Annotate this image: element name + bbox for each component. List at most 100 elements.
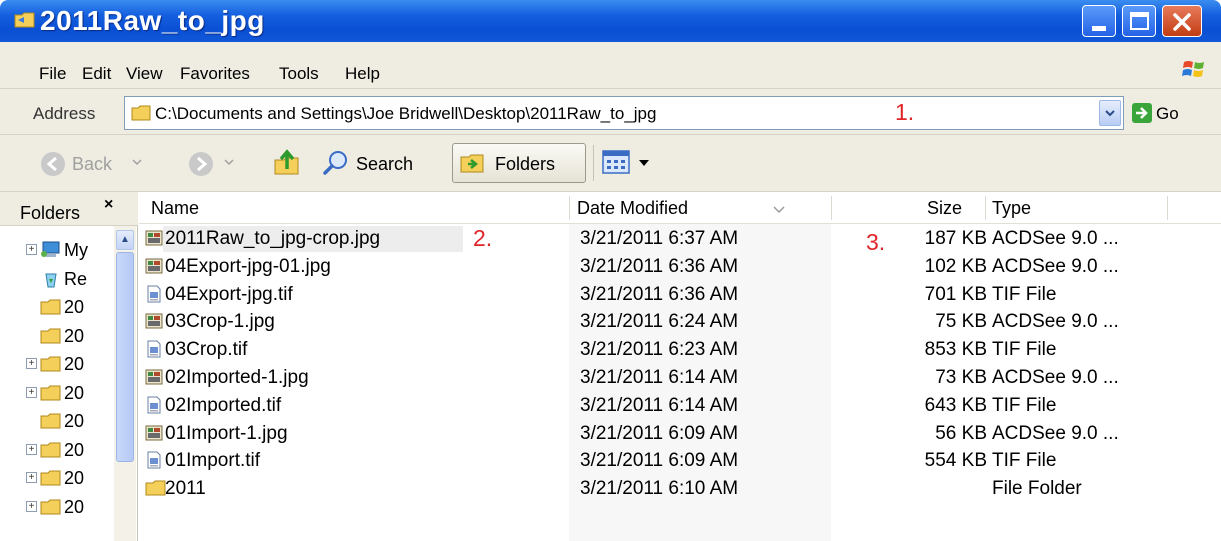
tree-item-label: 20 xyxy=(64,325,85,346)
menu-view[interactable]: View xyxy=(126,64,163,84)
jpg-file-icon xyxy=(145,312,163,330)
scrollbar-thumb[interactable] xyxy=(116,252,134,462)
folders-pane-close-button[interactable]: × xyxy=(104,196,113,214)
folder-icon xyxy=(40,355,62,373)
tif-file-icon xyxy=(145,285,163,303)
tree-item[interactable]: +20 xyxy=(0,350,114,378)
file-row[interactable]: 01Import.tif 3/21/2011 6:09 AM 554 KB TIF F… xyxy=(139,447,1221,475)
tree-item[interactable]: + My xyxy=(0,236,114,264)
tree-item[interactable]: +20 xyxy=(0,436,114,464)
address-dropdown-button[interactable] xyxy=(1099,100,1121,126)
tree-item[interactable]: Re xyxy=(0,265,114,293)
tree-item[interactable]: 20 xyxy=(0,407,114,435)
tree-item-label: 20 xyxy=(64,411,85,431)
file-type: File Folder xyxy=(992,478,1082,500)
folders-label: Folders xyxy=(495,154,556,174)
tree-expand-icon[interactable]: + xyxy=(26,386,37,398)
tree-item[interactable]: 20 xyxy=(0,322,114,350)
up-folder-button[interactable] xyxy=(272,145,304,181)
tree-expand-icon[interactable]: + xyxy=(26,244,37,255)
file-row[interactable]: 04Export-jpg.tif 3/21/2011 6:36 AM 701 KB T… xyxy=(139,281,1221,309)
close-icon xyxy=(1173,13,1191,31)
file-type: ACDSee 9.0 ... xyxy=(992,255,1119,277)
tree-item-label: 20 xyxy=(64,439,85,460)
folders-button[interactable]: Folders xyxy=(452,143,586,183)
menu-edit[interactable]: Edit xyxy=(82,64,111,84)
menu-file[interactable]: File xyxy=(39,64,66,84)
file-type: ACDSee 9.0 ... xyxy=(992,422,1119,444)
file-row[interactable]: 03Crop-1.jpg 3/21/2011 6:24 AM 75 KB ACDSee… xyxy=(139,308,1221,336)
file-date: 3/21/2011 6:09 AM xyxy=(580,450,739,472)
menu-tools[interactable]: Tools xyxy=(279,64,319,84)
column-header-date[interactable]: Date Modified xyxy=(577,198,688,219)
column-header-name[interactable]: Name xyxy=(151,198,199,219)
tree-item-label: Re xyxy=(64,268,88,289)
views-button[interactable] xyxy=(602,145,660,181)
file-name: 04Export-jpg-01.jpg xyxy=(165,255,331,277)
back-button[interactable]: Back xyxy=(40,145,160,181)
address-label: Address xyxy=(33,104,96,123)
search-button[interactable]: Search xyxy=(322,145,442,181)
jpg-file-icon xyxy=(145,424,163,442)
tree-item[interactable]: 20 xyxy=(0,293,114,321)
folder-icon xyxy=(40,298,62,316)
menu-favorites[interactable]: Favorites xyxy=(180,64,250,84)
tree-expand-icon[interactable]: + xyxy=(26,472,37,483)
file-size: 102 KB xyxy=(924,255,987,277)
file-size: 73 KB xyxy=(935,367,987,388)
tree-expand-icon[interactable]: + xyxy=(26,358,37,369)
folders-pane: Folders × + My Re 20 20 +20 +20 20 +20 +20 +20 ▲ xyxy=(0,192,138,541)
menu-help[interactable]: Help xyxy=(345,64,380,84)
file-row[interactable]: 02Imported.tif 3/21/2011 6:14 AM 643 KB TIF… xyxy=(139,392,1221,420)
file-date: 3/21/2011 6:14 AM xyxy=(580,367,739,388)
address-bar: Address C:\Documents and Settings\Joe Br… xyxy=(0,89,1221,135)
folders-pane-header: Folders × xyxy=(0,192,138,226)
tree-item[interactable]: +20 xyxy=(0,379,114,407)
file-type: ACDSee 9.0 ... xyxy=(992,367,1119,388)
folder-icon xyxy=(40,412,62,430)
address-input[interactable]: C:\Documents and Settings\Joe Bridwell\D… xyxy=(124,96,1124,130)
tree-expand-icon[interactable]: + xyxy=(26,443,37,455)
file-row[interactable]: 04Export-jpg-01.jpg 3/21/2011 6:36 AM 102 … xyxy=(139,253,1221,281)
folder-icon xyxy=(40,498,62,516)
toolbar: Back Search Folders xyxy=(0,135,1221,192)
folder-icon xyxy=(145,479,166,497)
title-bar[interactable]: 2011Raw_to_jpg xyxy=(0,0,1221,42)
file-name: 02Imported-1.jpg xyxy=(165,367,309,388)
column-divider[interactable] xyxy=(1167,196,1168,220)
file-row[interactable]: 03Crop.tif 3/21/2011 6:23 AM 853 KB TIF Fil… xyxy=(139,336,1221,364)
tree-item[interactable]: +20 xyxy=(0,493,114,521)
file-type: TIF File xyxy=(992,450,1057,472)
close-button[interactable] xyxy=(1162,5,1202,37)
file-date: 3/21/2011 6:09 AM xyxy=(580,422,739,444)
up-folder-icon xyxy=(274,149,299,175)
file-row[interactable]: 02Imported-1.jpg 3/21/2011 6:14 AM 73 KB AC… xyxy=(139,364,1221,392)
tree-item-label: My xyxy=(64,240,88,260)
forward-button[interactable] xyxy=(188,145,246,181)
file-row[interactable]: 2011 3/21/2011 6:10 AM File Folder xyxy=(139,475,1221,503)
minimize-button[interactable] xyxy=(1082,5,1116,37)
my-computer-icon xyxy=(40,241,62,259)
column-header-size[interactable]: Size xyxy=(927,198,962,219)
file-type: TIF File xyxy=(992,339,1057,361)
file-date: 3/21/2011 6:24 AM xyxy=(580,311,739,333)
file-row[interactable]: 01Import-1.jpg 3/21/2011 6:09 AM 56 KB ACDS… xyxy=(139,420,1221,448)
folder-tree-scrollbar[interactable]: ▲ xyxy=(114,226,136,541)
file-row[interactable]: 2011Raw_to_jpg-crop.jpg 3/21/2011 6:37 AM… xyxy=(139,225,1221,253)
column-header-type[interactable]: Type xyxy=(992,198,1031,219)
tree-item[interactable]: +20 xyxy=(0,464,114,492)
maximize-button[interactable] xyxy=(1122,5,1156,37)
menu-bar: File Edit View Favorites Tools Help xyxy=(0,42,1221,89)
column-divider[interactable] xyxy=(985,196,986,220)
column-divider[interactable] xyxy=(831,196,832,220)
scroll-up-button[interactable]: ▲ xyxy=(116,230,134,250)
recycle-bin-icon xyxy=(40,270,62,288)
file-date: 3/21/2011 6:36 AM xyxy=(580,283,739,305)
column-divider[interactable] xyxy=(569,196,570,220)
file-date: 3/21/2011 6:10 AM xyxy=(580,478,739,500)
forward-arrow-icon xyxy=(189,152,213,176)
file-type: TIF File xyxy=(992,394,1057,416)
jpg-file-icon xyxy=(145,257,163,275)
tree-expand-icon[interactable]: + xyxy=(26,500,37,512)
file-name: 01Import-1.jpg xyxy=(165,422,288,444)
